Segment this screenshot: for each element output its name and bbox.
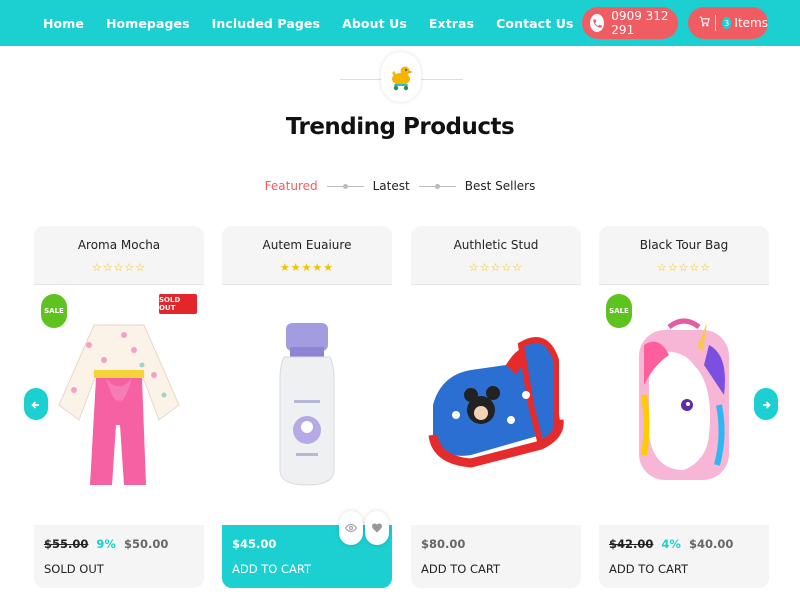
rating-stars: ★★★★★ bbox=[279, 261, 335, 274]
wishlist-button[interactable] bbox=[365, 511, 389, 545]
add-to-cart-button[interactable]: ADD TO CART bbox=[232, 562, 311, 576]
card-footer: $80.00 ADD TO CART bbox=[411, 525, 581, 588]
sold-out-badge: SOLD OUT bbox=[159, 294, 197, 314]
rating-stars: ☆☆☆☆☆ bbox=[468, 261, 524, 274]
cart-count-badge: 3 bbox=[721, 17, 732, 29]
current-price: $45.00 bbox=[232, 537, 277, 551]
divider-right bbox=[421, 79, 463, 80]
duck-toy-icon bbox=[381, 52, 421, 102]
product-card[interactable]: Authletic Stud ☆☆☆☆☆ $80.00 ADD TO CART bbox=[411, 226, 581, 588]
product-card[interactable]: Black Tour Bag ☆☆☆☆☆ SALE $42.00 4% $40.… bbox=[599, 226, 769, 588]
phone-number: 0909 312 291 bbox=[611, 9, 669, 37]
nav-links: Home Homepages Included Pages About Us E… bbox=[43, 0, 574, 46]
old-price: $42.00 bbox=[609, 537, 654, 551]
phone-button[interactable]: 0909 312 291 bbox=[582, 7, 678, 39]
quick-view-button[interactable] bbox=[339, 511, 363, 545]
arrow-right-icon bbox=[761, 395, 771, 414]
section-title: Trending Products bbox=[285, 114, 515, 140]
product-name[interactable]: Authletic Stud bbox=[411, 238, 581, 252]
add-to-cart-button[interactable]: ADD TO CART bbox=[609, 562, 688, 576]
sold-out-label: SOLD OUT bbox=[44, 562, 104, 576]
current-price: $40.00 bbox=[688, 537, 734, 551]
cart-icon bbox=[698, 15, 711, 31]
nav-included-pages[interactable]: Included Pages bbox=[212, 16, 320, 31]
cart-label: Items bbox=[734, 16, 768, 30]
card-footer: $55.00 9% $50.00 SOLD OUT bbox=[34, 525, 204, 588]
cart-divider bbox=[715, 15, 716, 31]
heart-icon bbox=[371, 519, 383, 538]
current-price: $80.00 bbox=[421, 537, 466, 551]
carousel-prev-button[interactable] bbox=[24, 388, 48, 420]
product-card[interactable]: Autem Euaiure ★★★★★ $45.00 ADD TO CART bbox=[222, 226, 392, 588]
product-name[interactable]: Aroma Mocha bbox=[34, 238, 204, 252]
price-row: $80.00 bbox=[421, 537, 465, 551]
product-image[interactable] bbox=[411, 285, 581, 525]
price-row: $42.00 4% $40.00 bbox=[609, 537, 733, 551]
product-name[interactable]: Autem Euaiure bbox=[222, 238, 392, 252]
top-navbar: Home Homepages Included Pages About Us E… bbox=[0, 0, 800, 46]
tab-best-sellers[interactable]: Best Sellers bbox=[465, 179, 536, 193]
card-footer: $42.00 4% $40.00 ADD TO CART bbox=[599, 525, 769, 588]
nav-contact-us[interactable]: Contact Us bbox=[496, 16, 573, 31]
current-price: $50.00 bbox=[123, 537, 169, 551]
sale-badge: SALE bbox=[606, 294, 632, 328]
tab-latest[interactable]: Latest bbox=[373, 179, 410, 193]
discount-percent: 9% bbox=[96, 537, 116, 551]
eye-icon bbox=[344, 519, 358, 538]
cart-button[interactable]: 3 Items bbox=[688, 7, 768, 39]
rating-stars: ☆☆☆☆☆ bbox=[656, 261, 712, 274]
product-card[interactable]: Aroma Mocha ☆☆☆☆☆ SALE SOLD OUT $55.00 9… bbox=[34, 226, 204, 588]
tab-separator bbox=[326, 183, 364, 189]
nav-home[interactable]: Home bbox=[43, 16, 84, 31]
tab-featured[interactable]: Featured bbox=[265, 179, 318, 193]
product-image[interactable] bbox=[222, 285, 392, 525]
rating-stars: ☆☆☆☆☆ bbox=[91, 261, 147, 274]
sale-badge: SALE bbox=[41, 294, 67, 328]
price-row: $55.00 9% $50.00 bbox=[44, 537, 168, 551]
arrow-left-icon bbox=[31, 395, 41, 414]
discount-percent: 4% bbox=[661, 537, 681, 551]
add-to-cart-button[interactable]: ADD TO CART bbox=[421, 562, 500, 576]
product-name[interactable]: Black Tour Bag bbox=[599, 238, 769, 252]
nav-homepages[interactable]: Homepages bbox=[106, 16, 190, 31]
price-row: $45.00 bbox=[232, 537, 276, 551]
product-tabs: Featured Latest Best Sellers bbox=[0, 179, 800, 193]
phone-icon bbox=[590, 14, 605, 32]
divider-left bbox=[340, 79, 381, 80]
carousel-next-button[interactable] bbox=[754, 388, 778, 420]
old-price: $55.00 bbox=[44, 537, 89, 551]
nav-about-us[interactable]: About Us bbox=[342, 16, 407, 31]
tab-separator bbox=[418, 183, 456, 189]
nav-extras[interactable]: Extras bbox=[429, 16, 474, 31]
